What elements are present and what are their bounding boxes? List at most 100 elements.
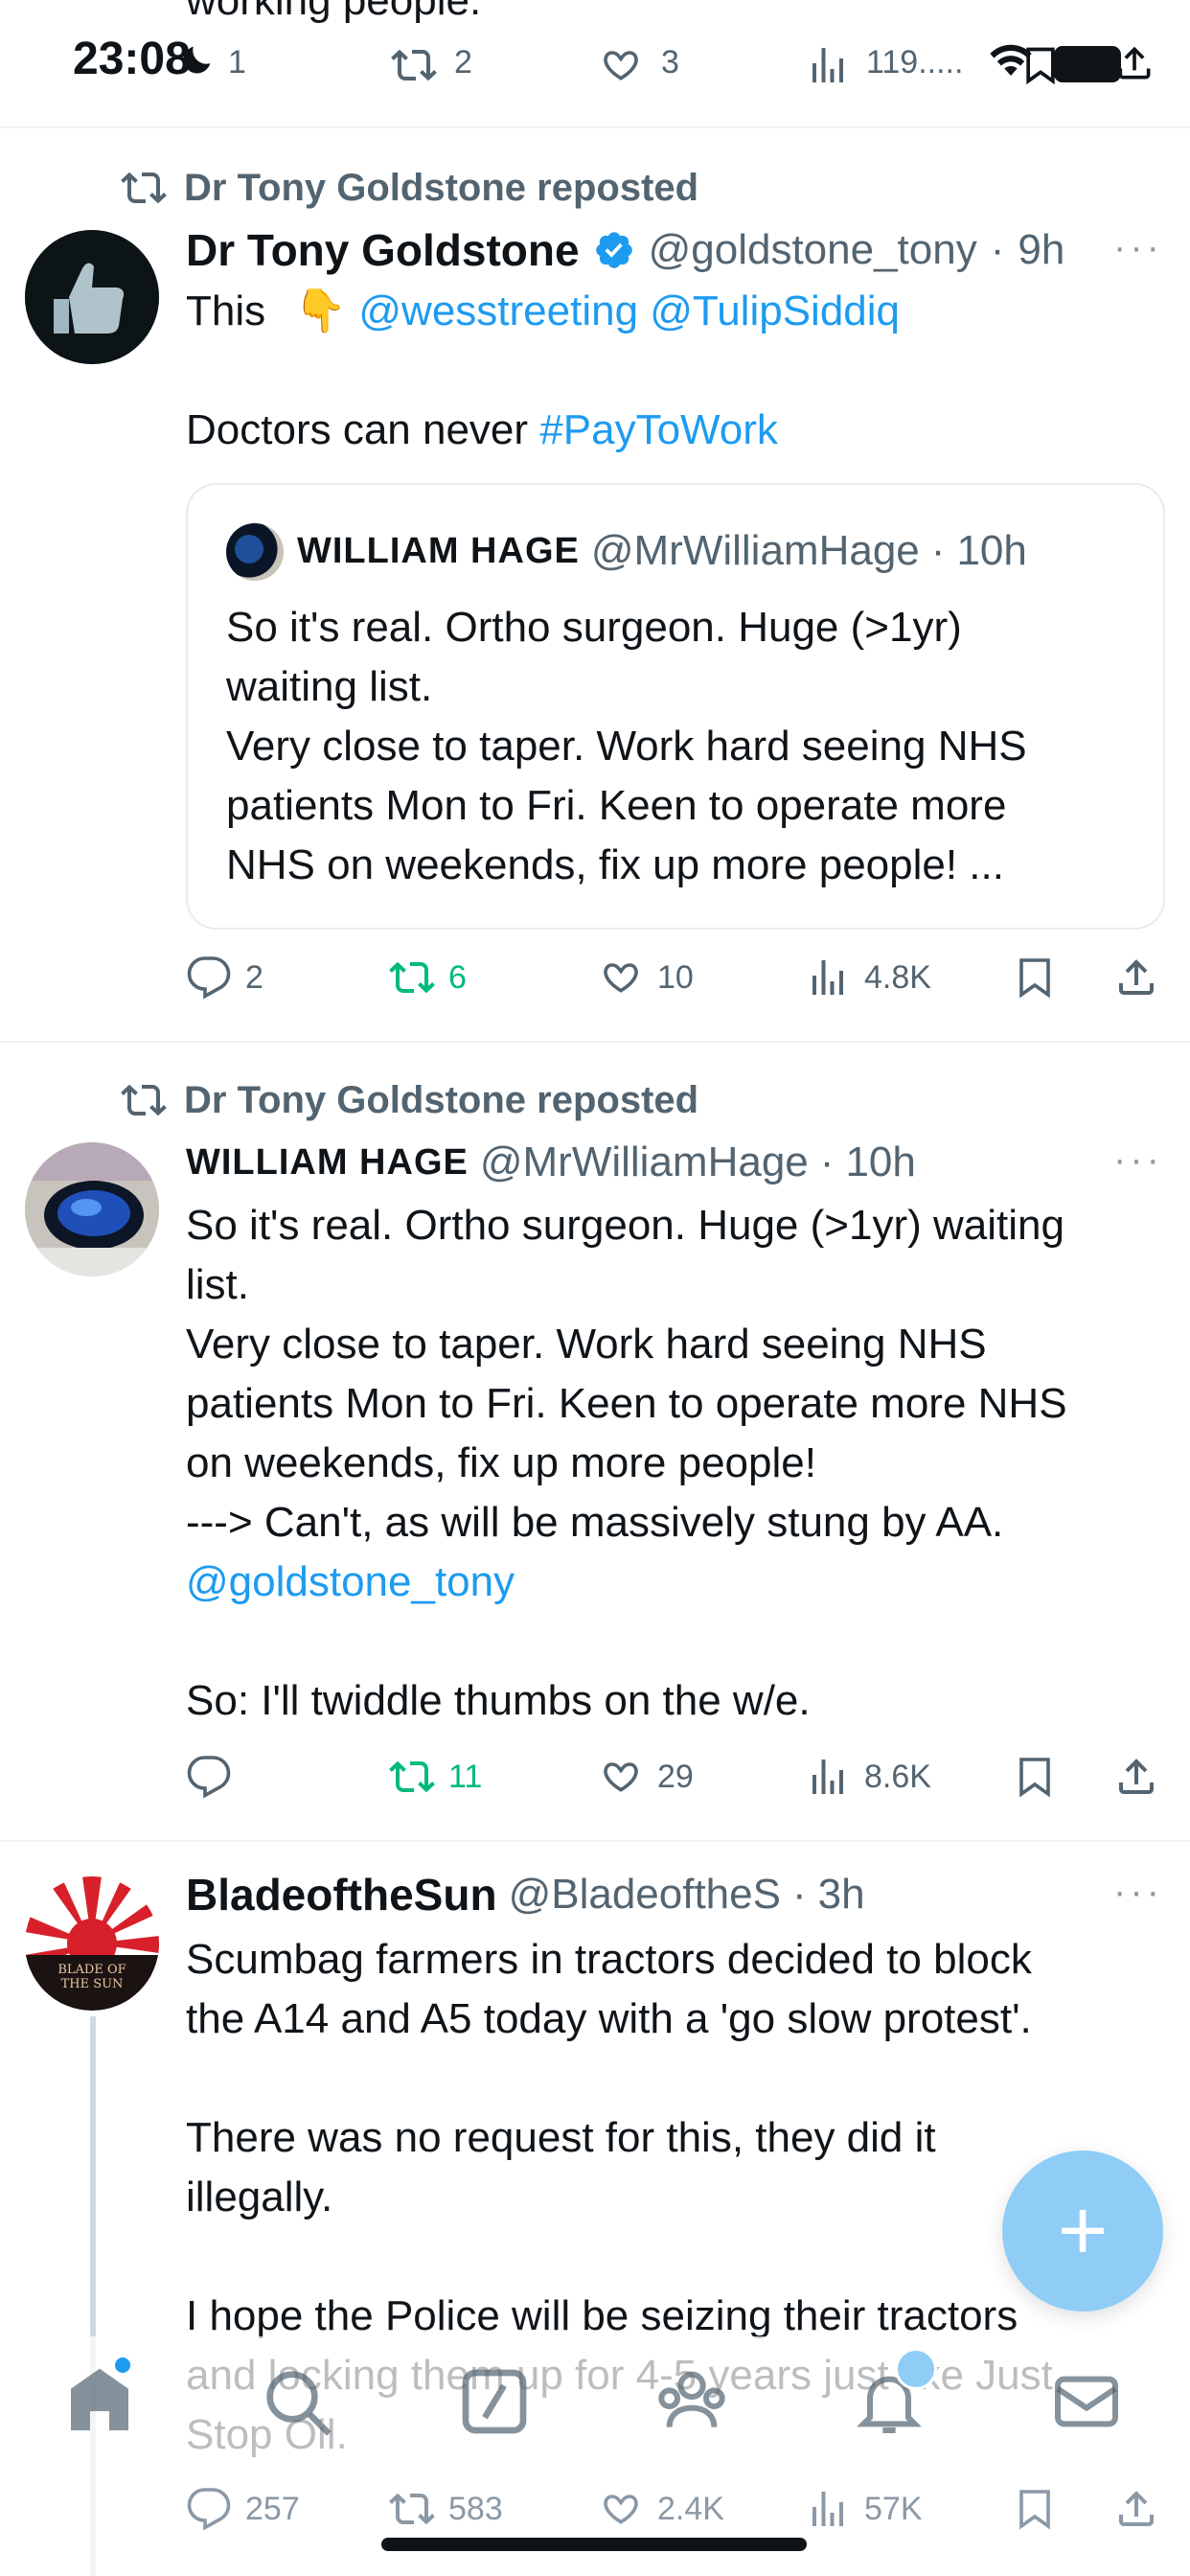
repost-count: 583: [448, 2490, 503, 2527]
partial-reply-count: 1: [228, 44, 246, 80]
like-count: 10: [657, 958, 694, 996]
views-button[interactable]: 57K: [805, 2486, 923, 2532]
tab-notifications[interactable]: [851, 2348, 937, 2440]
notification-badge: [895, 2348, 937, 2390]
separator-dot: ·: [819, 1138, 835, 1185]
hashtag-link[interactable]: #PayToWork: [539, 406, 778, 453]
mention-link[interactable]: @goldstone_tony: [186, 1552, 515, 1612]
repost-button[interactable]: 583: [389, 2486, 503, 2532]
views-icon: [812, 2492, 843, 2526]
share-button[interactable]: [1113, 1754, 1159, 1800]
tab-communities[interactable]: [653, 2363, 730, 2440]
more-options-icon[interactable]: ···: [1113, 1138, 1163, 1182]
like-icon: [604, 1762, 638, 1792]
compose-grok-icon: [462, 2369, 527, 2434]
quoted-post[interactable]: WILLIAM HAGE @MrWilliamHage · 10h So it'…: [186, 483, 1165, 930]
quote-author-name: WILLIAM HAGE: [297, 530, 580, 571]
author-name[interactable]: BladeoftheSun: [186, 1869, 497, 1920]
reply-button[interactable]: 257: [186, 2486, 300, 2532]
avatar[interactable]: [25, 1142, 159, 1276]
repost-icon[interactable]: [391, 42, 437, 88]
author-handle[interactable]: @MrWilliamHage: [480, 1138, 809, 1186]
post-time[interactable]: 3h: [818, 1871, 865, 1919]
reply-button[interactable]: 2: [186, 954, 263, 1000]
mention-link[interactable]: @wesstreeting: [358, 288, 638, 334]
tab-grok[interactable]: [456, 2363, 533, 2440]
post-header: BladeoftheSun @BladeoftheS · 3h: [186, 1865, 865, 1924]
divider: [0, 1840, 1190, 1842]
repost-count: 11: [448, 1758, 483, 1795]
view-count: 4.8K: [864, 958, 931, 996]
partial-view-count: 119.....: [866, 44, 964, 80]
partial-post-text: working people.: [186, 0, 482, 24]
views-icon: [812, 960, 843, 995]
mention-link[interactable]: @TulipSiddiq: [650, 288, 900, 334]
quote-time: 10h: [956, 527, 1027, 574]
share-icon: [1119, 959, 1154, 995]
view-count: 8.6K: [864, 1758, 931, 1795]
partial-repost-count: 2: [454, 44, 472, 80]
quote-avatar: [226, 523, 284, 581]
bookmark-icon: [1019, 958, 1050, 999]
author-name[interactable]: Dr Tony Goldstone: [186, 224, 580, 276]
status-bar: 23:08 working people. 1 2 3 119.....: [0, 0, 1190, 126]
partial-like-count: 3: [661, 44, 679, 80]
reply-icon: [187, 2488, 231, 2531]
ski-goggles-avatar-icon: [25, 1142, 159, 1276]
share-icon[interactable]: [1113, 42, 1156, 84]
avatar[interactable]: BLADE OF THE SUN: [25, 1876, 159, 2011]
reply-button[interactable]: [186, 1754, 245, 1800]
share-icon: [1119, 1759, 1154, 1794]
post-time[interactable]: 10h: [845, 1138, 915, 1186]
repost-icon: [389, 1760, 435, 1793]
communities-icon: [658, 2371, 725, 2427]
bookmark-button[interactable]: [1012, 954, 1058, 1000]
tab-search[interactable]: [259, 2363, 335, 2440]
bookmark-button[interactable]: [1012, 1754, 1058, 1800]
repost-button[interactable]: 6: [389, 954, 467, 1000]
author-handle[interactable]: @goldstone_tony: [649, 226, 977, 274]
like-count: 2.4K: [657, 2490, 724, 2527]
like-button[interactable]: 10: [598, 954, 694, 1000]
views-button[interactable]: 4.8K: [805, 954, 931, 1000]
share-button[interactable]: [1113, 954, 1159, 1000]
post-text: So it's real. Ortho surgeon. Huge (>1yr)…: [186, 1202, 1067, 1546]
like-count: 29: [657, 1758, 694, 1795]
avatar-logo-text: BLADE OF THE SUN: [57, 1963, 126, 1991]
repost-button[interactable]: 11: [389, 1754, 482, 1800]
more-options-icon[interactable]: ···: [1113, 1871, 1163, 1914]
author-name[interactable]: WILLIAM HAGE: [186, 1142, 469, 1184]
tab-messages[interactable]: [1048, 2363, 1125, 2440]
repost-icon: [389, 961, 435, 994]
views-icon[interactable]: [805, 42, 851, 88]
view-count: 57K: [864, 2490, 923, 2527]
post-text: This: [186, 288, 266, 334]
like-icon: [604, 2495, 638, 2524]
compose-fab-button[interactable]: +: [1002, 2150, 1163, 2312]
share-icon: [1119, 2491, 1154, 2526]
tab-home[interactable]: [61, 2358, 138, 2440]
bookmark-icon: [1019, 2490, 1050, 2530]
author-handle[interactable]: @BladeoftheS: [509, 1871, 781, 1919]
like-icon: [604, 963, 638, 993]
reply-icon: [187, 1756, 231, 1799]
views-button[interactable]: 8.6K: [805, 1754, 931, 1800]
like-button[interactable]: 2.4K: [598, 2486, 724, 2532]
post-header: Dr Tony Goldstone @goldstone_tony · 9h: [186, 220, 1064, 280]
bookmark-button[interactable]: [1012, 2486, 1058, 2532]
reply-count: 2: [245, 958, 263, 996]
like-icon[interactable]: [598, 42, 644, 88]
post-text-line1: This 👇 @wesstreeting @TulipSiddiq: [186, 282, 900, 341]
share-button[interactable]: [1113, 2486, 1159, 2532]
repost-icon: [389, 2493, 435, 2525]
like-button[interactable]: 29: [598, 1754, 694, 1800]
more-options-icon[interactable]: ···: [1113, 226, 1163, 269]
avatar[interactable]: [25, 230, 159, 364]
repost-attribution[interactable]: Dr Tony Goldstone reposted: [121, 165, 698, 211]
post-time[interactable]: 9h: [1018, 226, 1064, 274]
post-text-line2: Doctors can never #PayToWork: [186, 401, 778, 460]
repost-by-label: Dr Tony Goldstone reposted: [184, 166, 699, 209]
post-actions: 11 29 8.6K: [186, 1746, 1163, 1807]
repost-attribution[interactable]: Dr Tony Goldstone reposted: [121, 1077, 698, 1123]
reply-count: 257: [245, 2490, 300, 2527]
